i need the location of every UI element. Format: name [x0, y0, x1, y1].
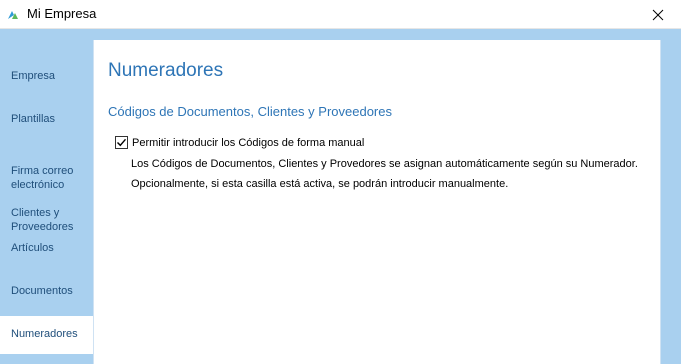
manual-codes-checkbox[interactable] — [115, 136, 128, 149]
sidebar-item-clientes-proveedores[interactable]: Clientes y Proveedores — [0, 192, 93, 234]
content-panel — [93, 40, 661, 364]
sidebar-item-label: Clientes y Proveedores — [11, 207, 74, 233]
manual-codes-checkbox-row[interactable]: Permitir introducir los Códigos de forma… — [115, 135, 364, 150]
window-title: Mi Empresa — [27, 6, 97, 21]
sidebar-item-firma-correo[interactable]: Firma correo electrónico — [0, 150, 93, 192]
sidebar-item-label: Numeradores — [11, 328, 78, 340]
sidebar-item-articulos[interactable]: Artículos — [0, 241, 93, 255]
close-icon — [652, 9, 664, 20]
description-line-2: Opcionalmente, si esta casilla está acti… — [131, 178, 509, 190]
sidebar-item-numeradores[interactable]: Numeradores — [0, 316, 93, 354]
content-top-strip — [93, 29, 661, 40]
sidebar-item-documentos[interactable]: Documentos — [0, 284, 93, 298]
content-right-strip — [661, 29, 681, 364]
description-line-1: Los Códigos de Documentos, Clientes y Pr… — [131, 158, 638, 170]
sidebar-item-label: Artículos — [11, 242, 54, 254]
sidebar-item-empresa[interactable]: Empresa — [0, 69, 93, 83]
sidebar-item-label: Documentos — [11, 285, 73, 297]
app-logo-icon — [8, 11, 18, 19]
close-button[interactable] — [635, 0, 681, 29]
title-bar: Mi Empresa — [0, 0, 681, 29]
page-title: Numeradores — [108, 60, 224, 81]
manual-codes-checkbox-label: Permitir introducir los Códigos de forma… — [132, 136, 365, 149]
section-title: Códigos de Documentos, Clientes y Provee… — [108, 104, 392, 119]
sidebar-item-label: Empresa — [11, 70, 56, 82]
checkmark-icon — [117, 138, 127, 147]
sidebar-item-label: Firma correo electrónico — [11, 165, 74, 191]
sidebar-item-label: Plantillas — [11, 113, 56, 125]
sidebar-item-plantillas[interactable]: Plantillas — [0, 112, 93, 126]
